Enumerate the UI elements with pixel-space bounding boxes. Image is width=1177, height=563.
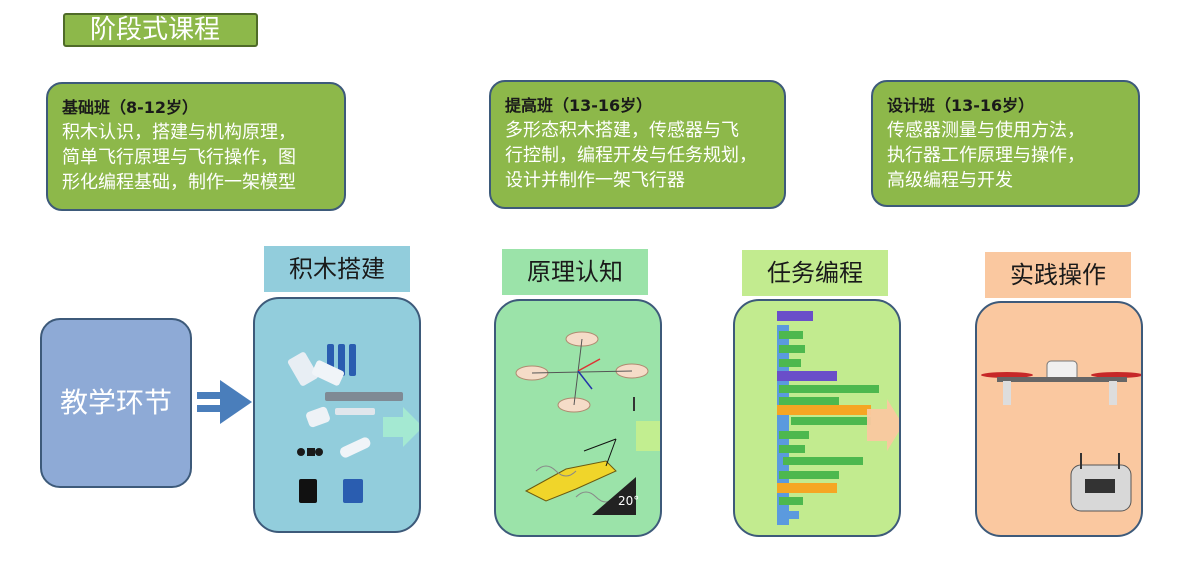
class-desc-line: 执行器工作原理与操作， xyxy=(887,145,1085,166)
double-arrow-icon xyxy=(197,380,252,424)
drone-and-controller-image xyxy=(981,360,1141,512)
panel-build xyxy=(253,297,421,533)
step-label-principle: 原理认知 xyxy=(502,249,648,295)
block-code-image xyxy=(777,311,899,525)
class-card-design: 设计班（13-16岁） 传感器测量与使用方法， 执行器工作原理与操作， 高级编程… xyxy=(871,80,1140,207)
step-label-practice: 实践操作 xyxy=(985,252,1131,298)
panel-programming xyxy=(733,299,901,537)
class-desc-line: 多形态积木搭建，传感器与飞 xyxy=(505,120,739,141)
class-card-basic: 基础班（8-12岁） 积木认识，搭建与机构原理， 简单飞行原理与飞行操作，图 形… xyxy=(46,82,346,211)
step-label-build: 积木搭建 xyxy=(264,246,410,292)
class-name: 设计班（13-16岁） xyxy=(887,96,1035,115)
class-desc-line: 简单飞行原理与飞行操作，图 xyxy=(62,147,296,168)
class-desc-line: 设计并制作一架飞行器 xyxy=(505,170,685,191)
class-desc-line: 积木认识，搭建与机构原理， xyxy=(62,122,296,143)
angle-label: 20° xyxy=(618,494,639,508)
drone-principle-diagram: 20° xyxy=(515,331,660,515)
class-card-advanced: 提高班（13-16岁） 多形态积木搭建，传感器与飞 行控制，编程开发与任务规划，… xyxy=(489,80,786,209)
class-desc-line: 行控制，编程开发与任务规划， xyxy=(505,145,757,166)
building-blocks-image xyxy=(287,344,419,503)
page-title: 阶段式课程 xyxy=(63,13,258,47)
panel-practice xyxy=(975,301,1143,537)
teaching-box: 教学环节 xyxy=(40,318,192,488)
panel-principle: 20° xyxy=(494,299,662,537)
class-desc-line: 形化编程基础，制作一架模型 xyxy=(62,172,296,193)
class-desc-line: 高级编程与开发 xyxy=(887,170,1013,191)
step-label-programming: 任务编程 xyxy=(742,250,888,296)
class-name: 基础班（8-12岁） xyxy=(62,98,199,117)
class-desc-line: 传感器测量与使用方法， xyxy=(887,120,1085,141)
class-name: 提高班（13-16岁） xyxy=(505,96,653,115)
